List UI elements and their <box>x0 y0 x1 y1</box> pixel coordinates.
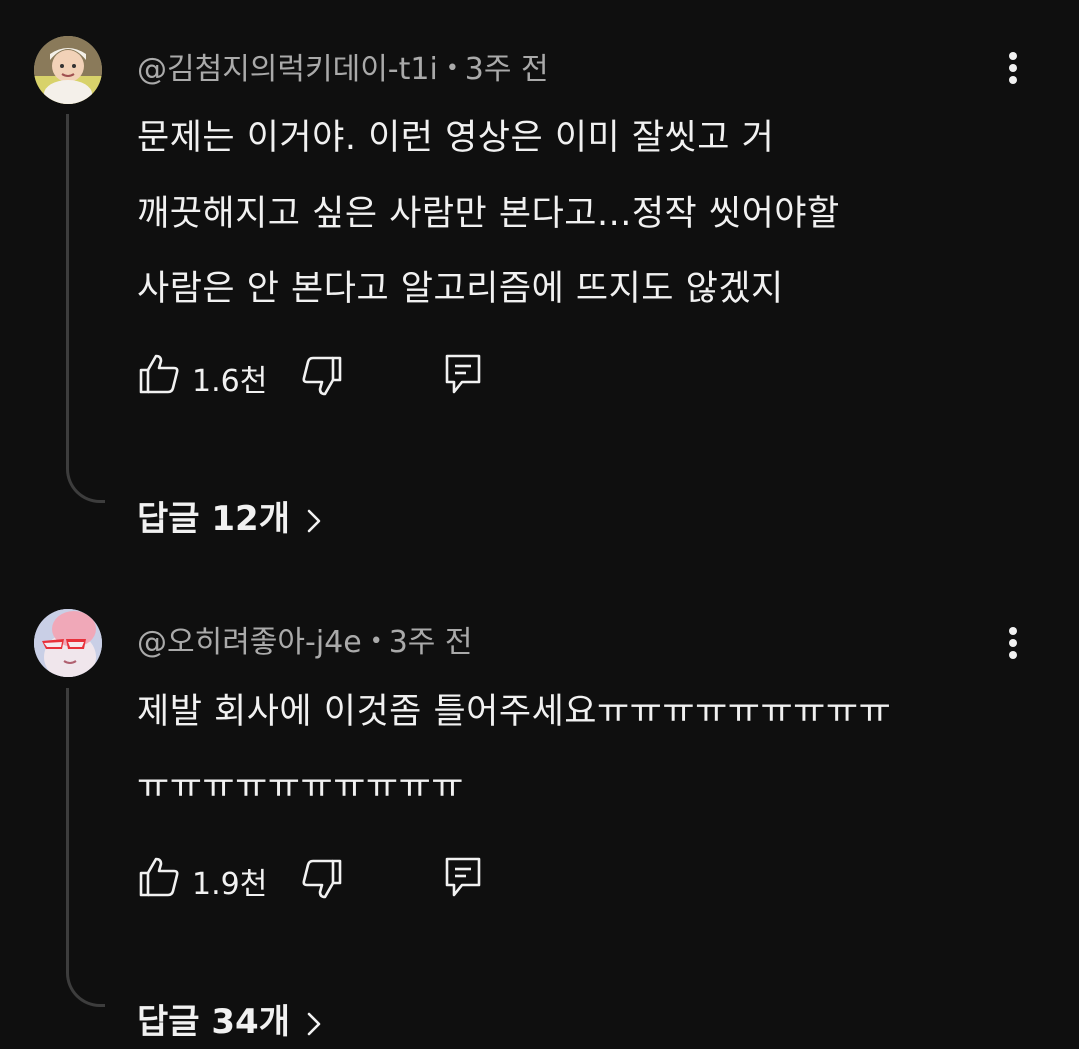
like-count: 1.6천 <box>192 364 268 399</box>
thumb-up-icon[interactable] <box>137 352 181 396</box>
avatar[interactable] <box>34 36 102 104</box>
separator-dot: • <box>445 56 459 81</box>
view-replies-button[interactable]: 답글 12개 <box>137 491 322 540</box>
comment-author[interactable]: @오히려좋아-j4e <box>137 625 362 660</box>
avatar[interactable] <box>34 609 102 677</box>
more-options-button[interactable] <box>998 48 1028 88</box>
more-options-button[interactable] <box>998 623 1028 663</box>
view-replies-button[interactable]: 답글 34개 <box>137 994 322 1043</box>
comment-time[interactable]: 3주 전 <box>389 625 473 660</box>
comment-text-line: 사람은 안 본다고 알고리즘에 뜨지도 않겠지 <box>137 269 784 309</box>
comments-section: @김첨지의럭키데이-t1i • 3주 전 문제는 이거야. 이런 영상은 이미 잘씻… <box>0 0 1079 1049</box>
comment-meta: @김첨지의럭키데이-t1i • 3주 전 <box>137 44 549 88</box>
thread-line <box>66 114 105 503</box>
chevron-right-icon <box>307 509 321 532</box>
comment-actions: 1.9천 <box>0 855 1079 905</box>
replies-label: 답글 12개 <box>137 499 290 539</box>
reply-comment-icon[interactable] <box>442 855 486 899</box>
comment-meta: @오히려좋아-j4e • 3주 전 <box>137 617 473 661</box>
like-count: 1.9천 <box>192 867 268 902</box>
reply-comment-icon[interactable] <box>442 352 486 396</box>
chevron-right-icon <box>307 1012 321 1035</box>
comment-text-line: 깨끗해지고 싶은 사람만 본다고...정작 씻어야할 <box>137 194 840 234</box>
comment-text-line: 제발 회사에 이것좀 틀어주세요ㅠㅠㅠㅠㅠㅠㅠㅠㅠ <box>137 692 892 732</box>
thread-line <box>66 688 105 1007</box>
replies-label: 답글 34개 <box>137 1002 290 1042</box>
comment-time[interactable]: 3주 전 <box>465 52 549 87</box>
comment-actions: 1.6천 <box>0 352 1079 402</box>
thumb-down-icon[interactable] <box>300 857 344 901</box>
comment-author[interactable]: @김첨지의럭키데이-t1i <box>137 52 438 87</box>
comment-text-line: ㅠㅠㅠㅠㅠㅠㅠㅠㅠㅠ <box>137 767 465 807</box>
thumb-up-icon[interactable] <box>137 855 181 899</box>
separator-dot: • <box>369 629 383 654</box>
comment-text-line: 문제는 이거야. 이런 영상은 이미 잘씻고 거 <box>137 118 775 158</box>
thumb-down-icon[interactable] <box>300 354 344 398</box>
